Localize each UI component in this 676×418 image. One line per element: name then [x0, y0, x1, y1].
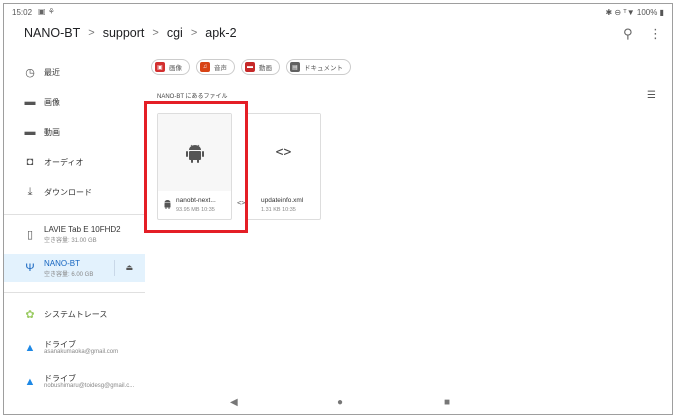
- sidebar: ◷ 最近 ▬ 画像 ▬ 動画 ◘ オーディオ ⤓ ダウンロード ▯ LAVIE …: [4, 52, 145, 414]
- sidebar-item-drive-1[interactable]: ▲ ドライブ asanakumaoka@gmail.com: [4, 334, 145, 362]
- device-name: NANO-BT: [44, 259, 80, 268]
- device-name: LAVIE Tab E 10FHD2: [44, 225, 121, 234]
- app-header: NANO-BT > support > cgi > apk-2 ⚲ ⋮: [4, 20, 672, 50]
- sidebar-divider: [4, 292, 145, 293]
- drive-icon: ▲: [24, 342, 36, 354]
- sidebar-divider: [4, 214, 145, 215]
- music-icon: ♫: [200, 62, 210, 72]
- more-options-icon[interactable]: ⋮: [649, 26, 662, 42]
- drive-account: nobushimaru@toidesg@gmail.c...: [44, 383, 135, 389]
- file-meta: <> updateinfo.xml 1.31 KB 10:35: [237, 191, 320, 220]
- section-title: NANO-BT にあるファイル: [157, 94, 228, 100]
- document-icon: ▤: [290, 62, 300, 72]
- status-bar: 15:02 ▣ ⚘ ✱ ⊖ ᵀ▼ 100% ▮: [4, 4, 672, 20]
- audio-icon: ◘: [26, 156, 34, 168]
- sidebar-item-system-trace[interactable]: ✿ システムトレース: [4, 300, 145, 328]
- system-trace-icon: ✿: [25, 308, 35, 321]
- image-icon: ▣: [155, 62, 165, 72]
- sidebar-item-label: 画像: [44, 97, 60, 107]
- tablet-icon: ▯: [26, 228, 34, 241]
- recents-icon[interactable]: ■: [444, 397, 450, 408]
- breadcrumb-item-apk-2[interactable]: apk-2: [205, 26, 236, 40]
- filter-chips: ▣ 画像 ♫ 音声 ▬ 動画 ▤ ドキュメント: [151, 59, 351, 75]
- breadcrumb: NANO-BT > support > cgi > apk-2: [24, 26, 237, 40]
- file-name: updateinfo.xml: [261, 197, 304, 204]
- chip-label: ドキュメント: [304, 65, 343, 72]
- breadcrumb-separator: >: [88, 27, 95, 39]
- sidebar-item-device-lavie[interactable]: ▯ LAVIE Tab E 10FHD2 空き容量: 31.00 GB: [4, 220, 145, 248]
- list-view-icon[interactable]: ☰: [647, 90, 656, 101]
- file-card-xml[interactable]: <> <> updateinfo.xml 1.31 KB 10:35: [237, 113, 321, 220]
- video-icon: ▬: [24, 126, 36, 138]
- file-thumbnail: <>: [247, 114, 320, 191]
- status-indicators: ✱ ⊖ ᵀ▼ 100% ▮: [605, 8, 664, 17]
- chip-videos[interactable]: ▬ 動画: [241, 59, 280, 75]
- device-free-space: 空き容量: 31.00 GB: [44, 238, 97, 244]
- sidebar-item-recent[interactable]: ◷ 最近: [4, 58, 145, 86]
- tablet-screen: 15:02 ▣ ⚘ ✱ ⊖ ᵀ▼ 100% ▮ NANO-BT > suppor…: [3, 3, 673, 415]
- home-icon[interactable]: ●: [337, 397, 343, 408]
- breadcrumb-separator: >: [190, 27, 198, 39]
- sidebar-item-label: 動画: [44, 127, 60, 137]
- eject-icon[interactable]: ⏏: [114, 260, 133, 276]
- notification-icons: ▣ ⚘: [38, 7, 55, 16]
- video-icon: ▬: [245, 62, 255, 72]
- android-nav-bar: ◀ ● ■: [4, 392, 672, 414]
- chip-label: 画像: [169, 65, 182, 72]
- search-icon[interactable]: ⚲: [623, 26, 633, 42]
- code-icon: <>: [275, 145, 292, 160]
- sidebar-item-videos[interactable]: ▬ 動画: [4, 118, 145, 146]
- sidebar-item-downloads[interactable]: ⤓ ダウンロード: [4, 178, 145, 206]
- highlight-box: [144, 101, 248, 233]
- sidebar-item-device-nano-bt[interactable]: Ψ NANO-BT 空き容量: 6.00 GB ⏏: [4, 254, 145, 282]
- breadcrumb-separator: >: [152, 27, 159, 39]
- chip-label: 動画: [259, 65, 272, 72]
- breadcrumb-item-nano-bt[interactable]: NANO-BT: [24, 26, 80, 40]
- sidebar-item-label: システムトレース: [44, 309, 108, 319]
- usb-icon: Ψ: [25, 262, 35, 274]
- chip-audio[interactable]: ♫ 音声: [196, 59, 235, 75]
- device-free-space: 空き容量: 6.00 GB: [44, 272, 94, 278]
- back-icon[interactable]: ◀: [230, 397, 238, 408]
- sidebar-item-label: ダウンロード: [44, 187, 92, 197]
- chip-label: 音声: [214, 65, 227, 72]
- breadcrumb-item-support[interactable]: support: [103, 26, 145, 40]
- drive-icon: ▲: [24, 376, 36, 388]
- download-icon: ⤓: [27, 185, 33, 198]
- status-time: 15:02: [12, 8, 33, 17]
- sidebar-item-label: 最近: [44, 67, 60, 77]
- sidebar-item-images[interactable]: ▬ 画像: [4, 88, 145, 116]
- clock-icon: ◷: [25, 66, 35, 79]
- image-icon: ▬: [24, 96, 36, 108]
- breadcrumb-item-cgi[interactable]: cgi: [167, 26, 183, 40]
- sidebar-item-label: オーディオ: [44, 157, 84, 167]
- chip-documents[interactable]: ▤ ドキュメント: [286, 59, 351, 75]
- file-info: 1.31 KB 10:35: [261, 207, 296, 213]
- chip-images[interactable]: ▣ 画像: [151, 59, 190, 75]
- drive-account: asanakumaoka@gmail.com: [44, 349, 119, 355]
- sidebar-item-audio[interactable]: ◘ オーディオ: [4, 148, 145, 176]
